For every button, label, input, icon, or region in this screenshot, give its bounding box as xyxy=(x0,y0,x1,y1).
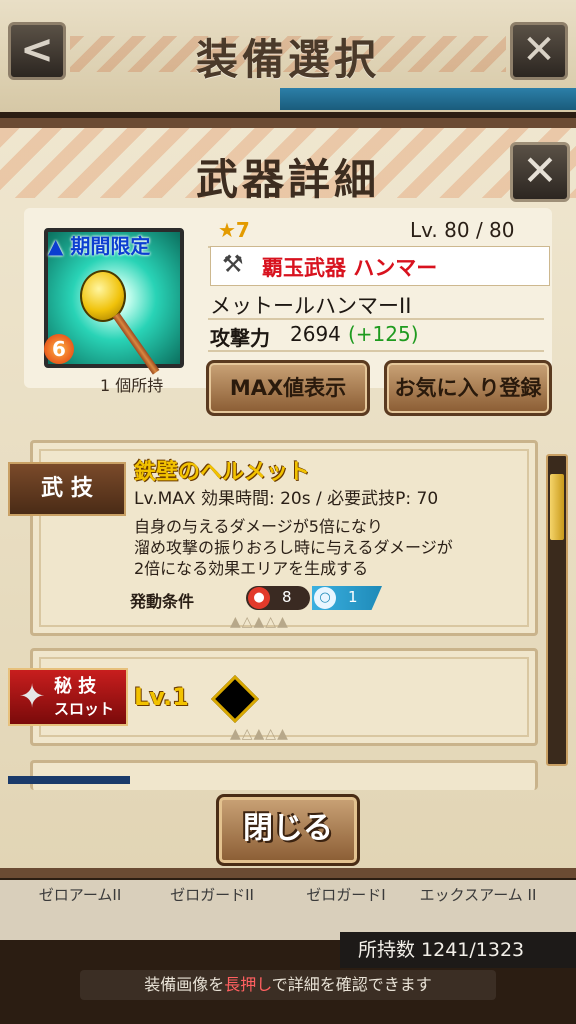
fire-orb-icon: ● xyxy=(248,587,270,609)
element-badge: 6 xyxy=(44,334,74,364)
rarity-stars: ★7 xyxy=(218,218,250,242)
owned-count: 1 個所持 xyxy=(100,376,164,395)
condition-blue: ○ 1 xyxy=(312,586,382,610)
scroll-thumb[interactable] xyxy=(550,474,564,540)
weapon-name: メットールハンマーII xyxy=(210,294,412,318)
secret-slot-level: Lv.1 xyxy=(134,683,189,711)
condition-red: ● 8 xyxy=(246,586,310,610)
skill-name: 鉄壁のヘルメット xyxy=(134,460,311,485)
weapon-level: Lv. 80 / 80 xyxy=(410,218,515,242)
close-icon: ✕ xyxy=(522,146,558,195)
screen-close-button[interactable]: ✕ xyxy=(510,22,568,80)
secret-ribbon-line2: スロット xyxy=(54,700,115,718)
water-orb-icon: ○ xyxy=(314,587,336,609)
expand-indicator[interactable]: ▲△▲△▲ xyxy=(230,726,289,742)
compass-star-icon: ✦ xyxy=(18,677,46,715)
filter-tab-strip[interactable] xyxy=(280,88,576,110)
limited-time-badge: ▲ 期間限定 xyxy=(48,234,151,258)
next-panel xyxy=(30,760,538,790)
weapon-category: 覇玉武器 ハンマー xyxy=(262,256,438,280)
list-item[interactable]: ゼロアームII xyxy=(20,884,140,934)
skill-desc-line: 溜め攻撃の振りおろし時に与えるダメージが xyxy=(134,538,453,557)
owned-total: 所持数 1241/1323 xyxy=(340,932,576,968)
activation-condition-label: 発動条件 xyxy=(130,592,195,611)
skill-desc-line: 2倍になる効果エリアを生成する xyxy=(134,559,369,578)
dialog-title: 武器詳細 xyxy=(195,155,380,204)
back-arrow-icon: < xyxy=(20,27,54,73)
back-button[interactable]: < xyxy=(8,22,66,80)
list-item[interactable]: ゼロガードII xyxy=(152,884,272,934)
skill-desc-line: 自身の与えるダメージが5倍になり xyxy=(134,517,383,536)
attack-label: 攻撃力 xyxy=(210,326,270,350)
skill-description: 自身の与えるダメージが5倍になり 溜め攻撃の振りおろし時に与えるダメージが 2倍… xyxy=(134,516,534,579)
footer-text: で詳細を確認できます xyxy=(271,975,432,994)
attack-bonus: (+125) xyxy=(348,322,419,346)
dialog-close-button[interactable]: ✕ xyxy=(510,142,570,202)
secret-ribbon-line1: 秘 技 xyxy=(54,676,97,697)
next-panel-ribbon xyxy=(8,776,130,784)
footer-text: 装備画像を xyxy=(144,975,225,994)
hammer-icon: ⚒ xyxy=(222,250,244,278)
expand-indicator[interactable]: ▲△▲△▲ xyxy=(230,614,289,630)
max-display-button[interactable]: MAX値表示 xyxy=(206,360,370,416)
footer-highlight: 長押し xyxy=(224,975,272,994)
list-item[interactable]: ゼロガードI xyxy=(286,884,406,934)
attack-value: 2694 xyxy=(290,322,341,346)
favorite-button[interactable]: お気に入り登録 xyxy=(384,360,552,416)
screen-title: 装備選択 xyxy=(195,35,380,84)
footer-hint: 装備画像を長押しで詳細を確認できます xyxy=(80,970,496,1000)
close-icon: ✕ xyxy=(522,27,556,73)
list-item[interactable]: エックスアーム II xyxy=(418,884,538,934)
skill-meta: Lv.MAX 効果時間: 20s / 必要武技P: 70 xyxy=(134,489,439,509)
condition-red-count: 8 xyxy=(282,588,292,606)
close-button[interactable]: 閉じる xyxy=(216,794,360,866)
weapon-skill-ribbon: 武 技 xyxy=(8,462,126,516)
condition-blue-count: 1 xyxy=(348,588,358,606)
